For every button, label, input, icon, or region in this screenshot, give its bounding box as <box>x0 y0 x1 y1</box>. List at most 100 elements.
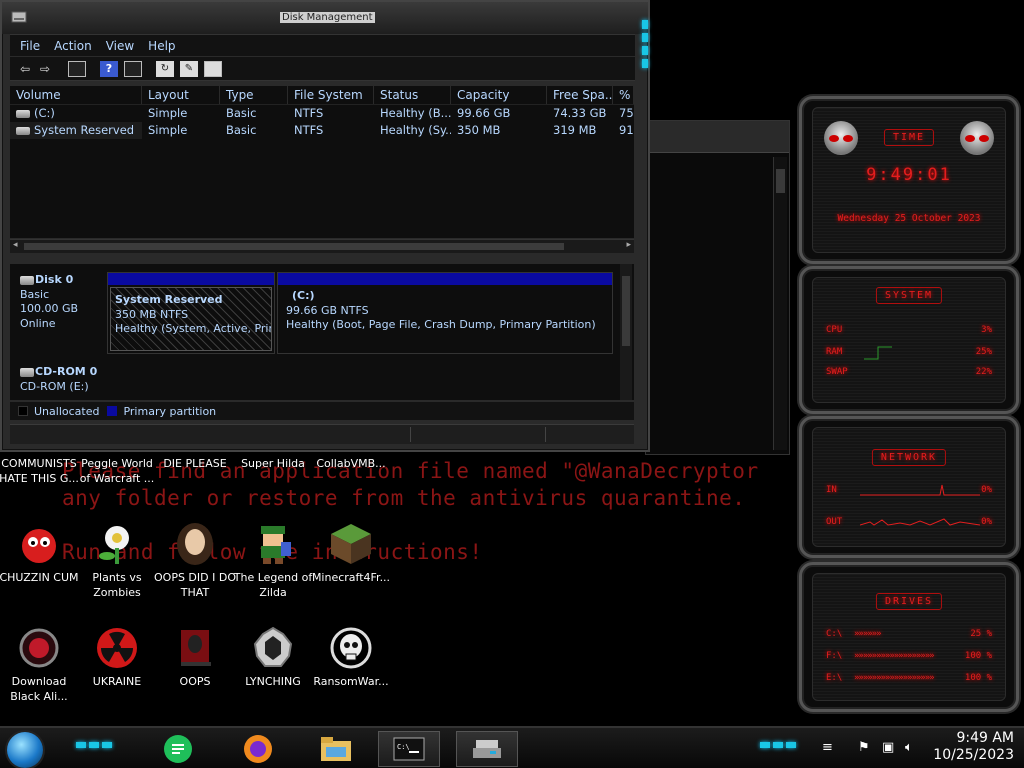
drive-c-bar: »»»»»» <box>854 629 881 639</box>
drive-icon <box>16 126 30 135</box>
scroll-thumb[interactable] <box>776 169 785 193</box>
scroll-thumb[interactable] <box>622 276 630 346</box>
details-icon[interactable] <box>124 60 142 77</box>
network-gadget[interactable]: NETWORK IN 0% OUT 0% <box>799 416 1019 558</box>
desktop-icon-super-hilda[interactable]: Super Hilda <box>232 456 314 471</box>
column-header-file-system[interactable]: File System <box>288 86 374 104</box>
menu-file[interactable]: File <box>20 39 40 53</box>
disk-type: Basic <box>20 287 50 301</box>
start-orb-button[interactable] <box>7 732 43 768</box>
background-window-titlebar[interactable] <box>646 121 789 153</box>
system-ram-label: RAM <box>826 347 843 357</box>
forward-arrow-icon[interactable]: ⇨ <box>36 61 54 77</box>
menu-bar: File Action View Help <box>10 34 635 56</box>
menu-view[interactable]: View <box>106 39 134 53</box>
drives-gadget[interactable]: DRIVES C:\ »»»»»» 25 % F:\ »»»»»»»»»»»»»… <box>799 562 1019 712</box>
partition-size: 350 MB NTFS <box>115 307 189 321</box>
column-header-layout[interactable]: Layout <box>142 86 220 104</box>
legend-unallocated-label: Unallocated <box>34 404 100 418</box>
icon-label: OOPS <box>179 675 211 688</box>
partition-system-reserved[interactable]: System Reserved 350 MB NTFS Healthy (Sys… <box>107 272 275 354</box>
radiation-icon <box>95 626 139 670</box>
volume-icon[interactable]: 🔈︎ <box>905 740 913 755</box>
partition-c[interactable]: (C:) 99.66 GB NTFS Healthy (Boot, Page F… <box>277 272 613 354</box>
back-arrow-icon[interactable]: ⇦ <box>16 61 34 77</box>
cell-status: Healthy (Sy... <box>380 123 451 137</box>
desktop-gadgets: TIME 9:49:01 Wednesday 25 October 2023 S… <box>795 90 1023 715</box>
show-hidden-icons-icon[interactable]: ≡ <box>822 740 833 755</box>
icon-label: LYNCHING <box>245 675 301 688</box>
desktop-icon-die-please[interactable]: DIE PLEASE <box>154 456 236 471</box>
icon-label: CHUZZIN CUM <box>0 571 79 584</box>
column-header-volume[interactable]: Volume <box>10 86 142 104</box>
partition-name: System Reserved <box>115 293 223 306</box>
column-header-percent-free[interactable]: % F <box>613 86 634 104</box>
background-window-scrollbar[interactable] <box>773 157 787 450</box>
network-out-value: 0% <box>981 517 992 527</box>
cdrom-0-info[interactable]: CD-ROM 0 CD-ROM (E:) <box>20 365 97 394</box>
time-gadget[interactable]: TIME 9:49:01 Wednesday 25 October 2023 <box>799 96 1019 264</box>
legend-unallocated-swatch <box>18 406 28 416</box>
desktop-icon-plants-vs-zombies[interactable]: Plants vs Zombies <box>76 522 158 600</box>
vertical-scrollbar[interactable] <box>620 264 632 400</box>
column-header-status[interactable]: Status <box>374 86 451 104</box>
cell-percent-free: 75 ' <box>619 106 634 120</box>
cell-free-space: 74.33 GB <box>553 106 607 120</box>
scroll-right-icon[interactable]: ▸ <box>626 240 631 250</box>
ransom-line: any folder or restore from the antivirus… <box>62 486 746 510</box>
desktop-icon-legend-of-zilda[interactable]: The Legend of Zilda <box>232 522 314 600</box>
cell-layout: Simple <box>148 106 188 120</box>
settings-icon[interactable] <box>204 60 222 77</box>
desktop-icon-collabvm[interactable]: CollabVMB... <box>310 456 392 471</box>
properties-icon[interactable] <box>68 60 86 77</box>
column-header-capacity[interactable]: Capacity <box>451 86 547 104</box>
clock-time: 9:49 AM <box>956 730 1014 746</box>
firefox-icon[interactable] <box>240 731 276 767</box>
drive-e-bar: »»»»»»»»»»»»»»»»»» <box>854 673 935 683</box>
table-row[interactable]: (C:) Simple Basic NTFS Healthy (B... 99.… <box>10 105 634 122</box>
background-window[interactable] <box>645 120 790 455</box>
system-swap-value: 22% <box>975 367 992 377</box>
menu-action[interactable]: Action <box>54 39 92 53</box>
desktop-icon-minecraft[interactable]: Minecraft4Fr... <box>310 522 392 585</box>
rescan-icon[interactable]: ✎ <box>180 60 198 77</box>
disk-management-icon[interactable] <box>456 731 518 767</box>
desktop-icon-oops-did-i[interactable]: OOPS DID I DO THAT <box>154 522 236 600</box>
desktop-icon-ransomware[interactable]: RansomWar... <box>310 626 392 689</box>
desktop-icon-peggle[interactable]: Peggle World of Warcraft ... <box>76 456 158 486</box>
action-center-flag-icon[interactable]: ⚑ <box>858 740 870 755</box>
column-header-type[interactable]: Type <box>220 86 288 104</box>
system-gadget[interactable]: SYSTEM CPU 3% RAM 25% SWAP 22% <box>799 266 1019 414</box>
cdrom-icon <box>20 367 34 377</box>
cell-percent-free: 91 9 <box>619 123 634 137</box>
table-row[interactable]: System Reserved Simple Basic NTFS Health… <box>10 122 634 139</box>
explorer-icon[interactable] <box>318 731 354 767</box>
desktop-icon-oops[interactable]: OOPS <box>154 626 236 689</box>
network-activity-graph <box>860 484 980 526</box>
scroll-thumb[interactable] <box>24 243 564 250</box>
column-header-free-space[interactable]: Free Spa... <box>547 86 613 104</box>
gadget-title: NETWORK <box>871 449 947 466</box>
notes-icon[interactable] <box>160 731 196 767</box>
scroll-left-icon[interactable]: ◂ <box>13 240 18 250</box>
cell-file-system: NTFS <box>294 123 324 137</box>
disk-management-app-icon <box>11 11 27 23</box>
network-icon[interactable]: ▣ <box>882 740 894 755</box>
desktop-icon-communists[interactable]: COMMUNISTS HATE THIS G... <box>0 456 80 486</box>
menu-help[interactable]: Help <box>148 39 175 53</box>
desktop-icon-download-black-alien[interactable]: Download Black Ali... <box>0 626 80 704</box>
drive-f-value: 100 % <box>964 651 992 661</box>
desktop-icon-lynching[interactable]: LYNCHING <box>232 626 314 689</box>
help-icon[interactable]: ? <box>100 60 118 77</box>
disk-management-window[interactable]: Disk Management File Action View Help ⇦ … <box>0 0 650 452</box>
horizontal-scrollbar[interactable]: ◂ ▸ <box>10 239 634 253</box>
taskbar-clock[interactable]: 9:49 AM 10/25/2023 <box>933 730 1014 764</box>
desktop-icon-chuzzin[interactable]: CHUZZIN CUM <box>0 522 80 585</box>
cmd-icon[interactable]: C:\ <box>378 731 440 767</box>
window-titlebar[interactable]: Disk Management <box>2 2 648 68</box>
desktop-icon-ukraine[interactable]: UKRAINE <box>76 626 158 689</box>
disk-0-info[interactable]: Disk 0 Basic 100.00 GB Online <box>20 273 78 331</box>
system-ram-value: 25% <box>975 347 992 357</box>
refresh-icon[interactable]: ↻ <box>156 60 174 77</box>
cell-capacity: 99.66 GB <box>457 106 511 120</box>
